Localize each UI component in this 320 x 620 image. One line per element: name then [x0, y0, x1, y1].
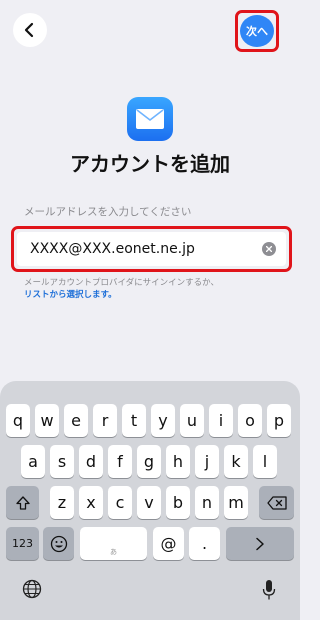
key-w[interactable]: w — [35, 404, 59, 437]
key-g[interactable]: g — [137, 445, 161, 478]
return-key[interactable] — [226, 527, 294, 560]
shift-icon — [15, 495, 30, 510]
key-y[interactable]: y — [151, 404, 175, 437]
email-field-value: XXXX@XXX.eonet.ne.jp — [30, 241, 195, 257]
key-h[interactable]: h — [166, 445, 190, 478]
next-button-highlight: 次へ — [235, 10, 279, 52]
page-title: アカウントを追加 — [70, 152, 230, 176]
key-a[interactable]: a — [21, 445, 45, 478]
globe-icon — [22, 579, 42, 599]
emoji-key[interactable] — [43, 527, 74, 560]
shift-key[interactable] — [6, 486, 39, 519]
email-field-highlight: XXXX@XXX.eonet.ne.jp — [11, 226, 292, 272]
key-x[interactable]: x — [79, 486, 103, 519]
clear-icon[interactable] — [262, 242, 276, 256]
key-d[interactable]: d — [79, 445, 103, 478]
key-z[interactable]: z — [50, 486, 74, 519]
back-button[interactable] — [13, 13, 47, 47]
key-p[interactable]: p — [267, 404, 291, 437]
chevron-right-icon — [256, 537, 264, 550]
key-o[interactable]: o — [238, 404, 262, 437]
email-field-label: メールアドレスを入力してください — [24, 206, 192, 218]
at-key[interactable]: @ — [153, 527, 184, 560]
emoji-icon — [50, 535, 67, 552]
key-j[interactable]: j — [195, 445, 219, 478]
numbers-key[interactable]: 123 — [6, 527, 39, 560]
hint-text: メールアカウントプロバイダにサインインするか、 リストから選択します。 — [24, 277, 219, 301]
key-b[interactable]: b — [166, 486, 190, 519]
key-r[interactable]: r — [93, 404, 117, 437]
key-q[interactable]: q — [6, 404, 30, 437]
key-c[interactable]: c — [108, 486, 132, 519]
key-m[interactable]: m — [224, 486, 248, 519]
key-s[interactable]: s — [50, 445, 74, 478]
keyboard: q w e r t y u i o p a s d f g h j k l z … — [0, 381, 300, 620]
key-n[interactable]: n — [195, 486, 219, 519]
space-key-hint: あ — [110, 548, 117, 556]
mail-app-icon — [127, 97, 173, 141]
chevron-left-icon — [24, 22, 34, 38]
envelope-icon — [136, 109, 164, 129]
key-f[interactable]: f — [108, 445, 132, 478]
key-l[interactable]: l — [253, 445, 277, 478]
backspace-icon — [266, 495, 287, 510]
key-t[interactable]: t — [122, 404, 146, 437]
key-i[interactable]: i — [209, 404, 233, 437]
space-key[interactable]: あ — [80, 527, 147, 560]
key-k[interactable]: k — [224, 445, 248, 478]
dot-key[interactable]: . — [189, 527, 220, 560]
globe-key[interactable] — [22, 579, 42, 603]
microphone-key[interactable] — [262, 579, 276, 605]
microphone-icon — [262, 580, 276, 600]
delete-key[interactable] — [259, 486, 294, 519]
key-u[interactable]: u — [180, 404, 204, 437]
key-v[interactable]: v — [137, 486, 161, 519]
key-e[interactable]: e — [64, 404, 88, 437]
next-button[interactable]: 次へ — [240, 15, 274, 47]
hint-line: メールアカウントプロバイダにサインインするか、 — [24, 278, 219, 288]
email-field[interactable]: XXXX@XXX.eonet.ne.jp — [17, 232, 286, 266]
choose-from-list-link[interactable]: リストから選択します。 — [24, 289, 219, 301]
